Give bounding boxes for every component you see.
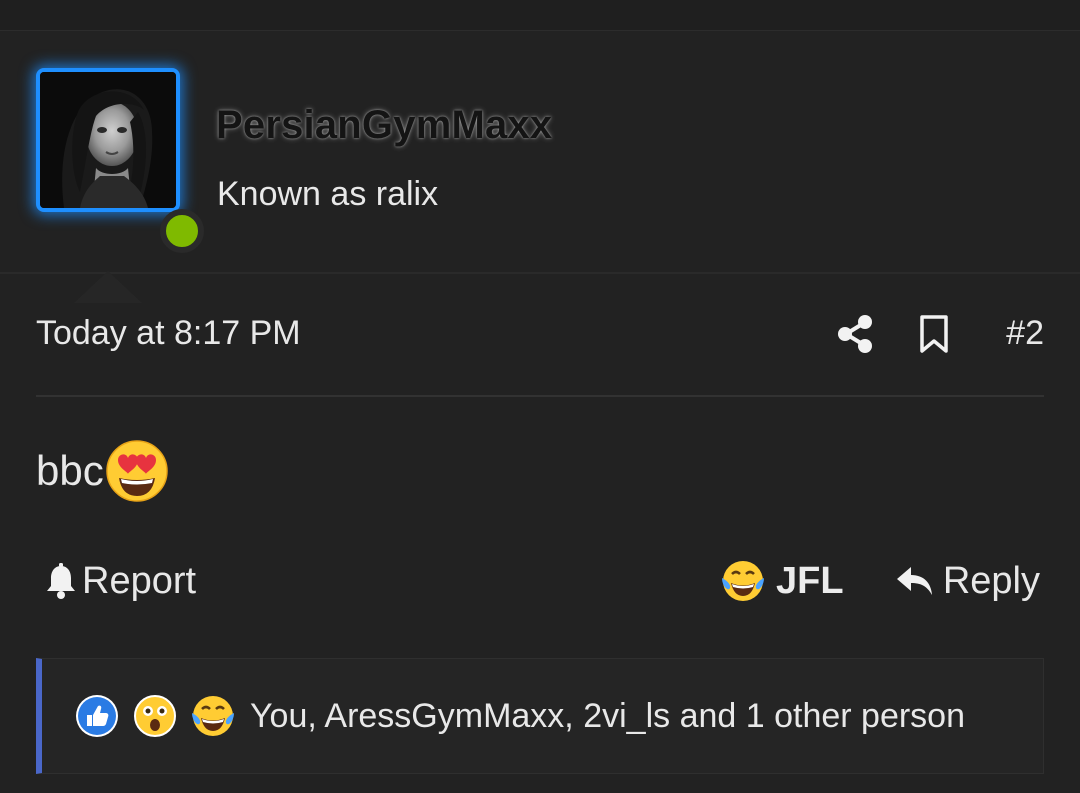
user-header: PersianGymMaxx Known as ralix <box>0 31 1080 303</box>
avatar-photo <box>40 72 176 208</box>
reply-label: Reply <box>942 559 1040 602</box>
like-icon <box>76 695 118 737</box>
top-strip <box>0 0 1080 31</box>
user-title: Known as ralix <box>217 175 439 213</box>
reaction-summary-text: You, AressGymMaxx, 2vi_ls and 1 other pe… <box>250 696 965 735</box>
heart-eyes-emoji-icon <box>105 440 168 502</box>
reply-icon <box>896 567 932 595</box>
astonished-emoji-icon <box>134 695 176 737</box>
avatar-wrapper[interactable] <box>36 68 204 253</box>
report-label: Report <box>82 559 197 602</box>
crying-laughing-emoji-icon <box>722 561 764 601</box>
report-button[interactable]: Report <box>44 556 196 606</box>
post-number-link[interactable]: #2 <box>1006 314 1044 353</box>
bookmark-icon <box>920 315 948 353</box>
header-pointer <box>74 271 142 303</box>
crying-laughing-emoji-icon <box>192 696 234 736</box>
reaction-summary-bar[interactable]: You, AressGymMaxx, 2vi_ls and 1 other pe… <box>36 658 1044 774</box>
online-status-indicator <box>160 209 204 253</box>
jfl-label: JFL <box>776 559 844 602</box>
bell-icon <box>47 563 75 599</box>
post-date[interactable]: Today at 8:17 PM <box>36 314 301 353</box>
post-divider <box>36 395 1044 397</box>
post-text: bbc <box>36 447 104 494</box>
share-icon <box>838 315 872 353</box>
share-button[interactable] <box>836 314 874 354</box>
reply-button[interactable]: Reply <box>895 556 1040 606</box>
post-actions-row: Report JFL Reply <box>36 556 1044 606</box>
jfl-reaction-button[interactable]: JFL <box>720 556 844 606</box>
post-body: bbc <box>36 436 170 506</box>
avatar[interactable] <box>36 68 180 212</box>
username[interactable]: PersianGymMaxx <box>216 103 552 148</box>
post-meta-row: Today at 8:17 PM #2 <box>36 310 1044 360</box>
bookmark-button[interactable] <box>919 314 949 354</box>
